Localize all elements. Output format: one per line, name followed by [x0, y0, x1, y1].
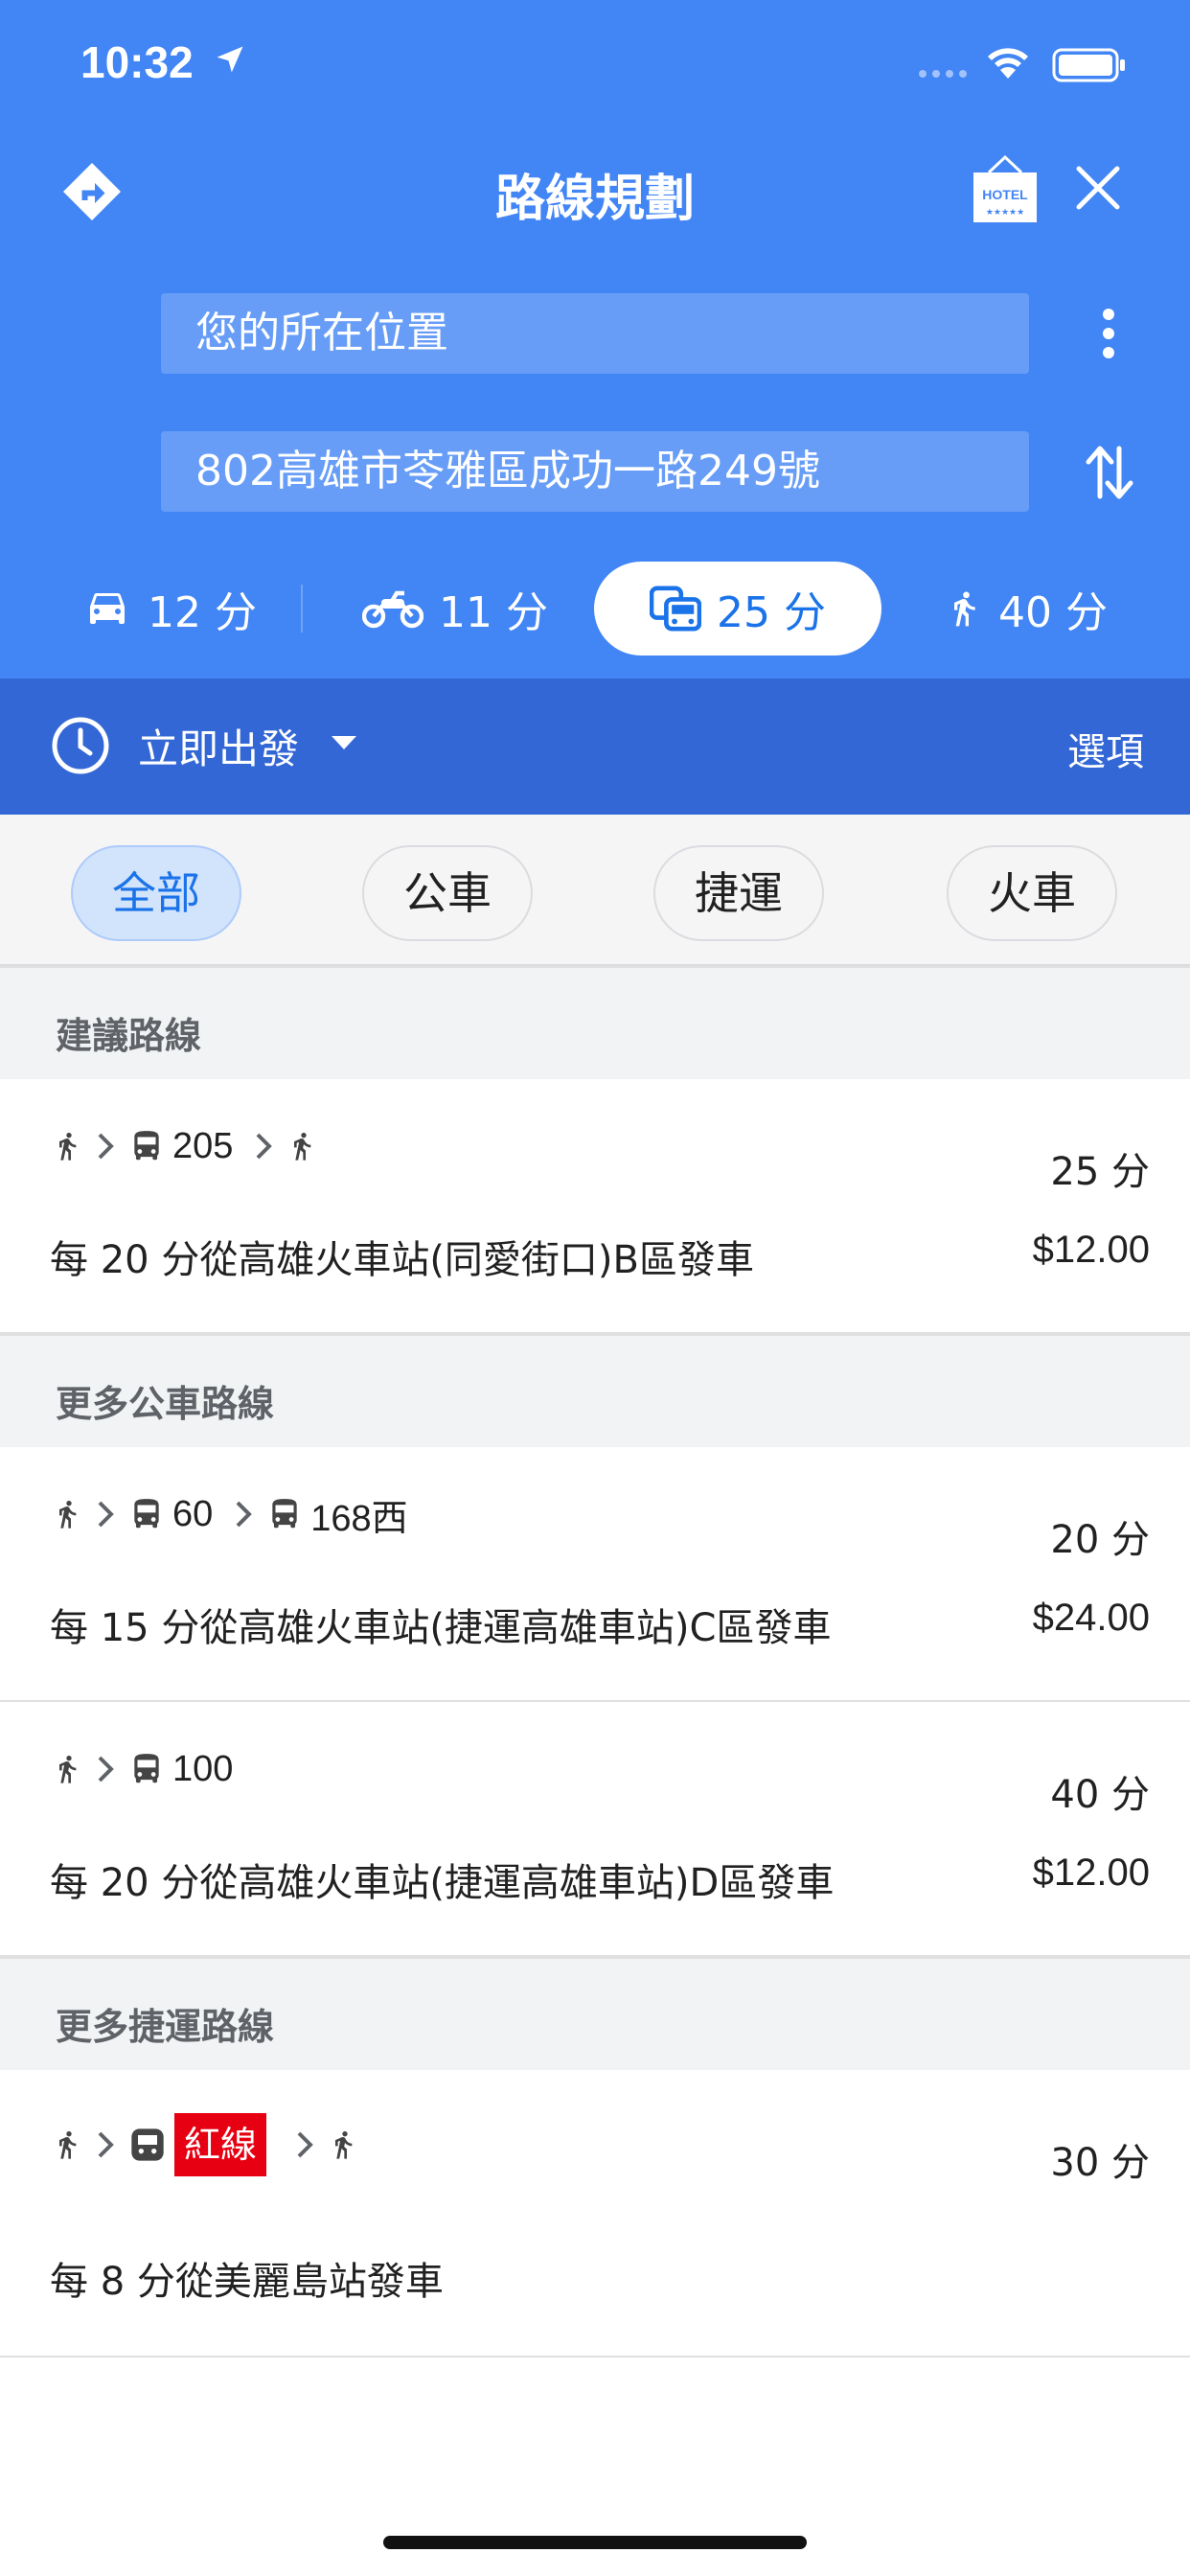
- mode-transit-time: 25 分: [717, 588, 826, 637]
- section-title: 更多公車路線: [56, 1383, 275, 1425]
- section-header: 建議路線: [0, 966, 1190, 1079]
- chevron-right-icon: [98, 2131, 114, 2158]
- bus-route-number: 60: [172, 1493, 214, 1534]
- walk-icon: [59, 2131, 77, 2159]
- route-item[interactable]: 100 40 分 每 20 分從高雄火車站(捷運高雄車站)D區發車 $12.00: [0, 1702, 1190, 1957]
- route-steps: 205: [52, 1119, 317, 1173]
- metro-line-badge: 紅線: [174, 2113, 267, 2176]
- chevron-right-icon: [98, 1756, 114, 1782]
- filter-chip-all[interactable]: 全部: [71, 845, 241, 941]
- filter-chip-train[interactable]: 火車: [947, 845, 1117, 941]
- more-vert-icon[interactable]: [1092, 307, 1125, 360]
- section-title: 建議路線: [56, 1015, 202, 1057]
- bus-route-number: 100: [172, 1748, 234, 1789]
- walk-icon: [59, 1501, 77, 1529]
- section-title: 更多捷運路線: [56, 2006, 275, 2048]
- metro-icon: [131, 2128, 164, 2161]
- route-fare: $12.00: [1032, 1852, 1150, 1894]
- hotel-sign-text: HOTEL: [982, 187, 1028, 202]
- walk-icon: [335, 2131, 353, 2159]
- filter-chip-bus[interactable]: 公車: [362, 845, 533, 941]
- bus-icon: [134, 1131, 159, 1161]
- chevron-right-icon: [236, 1501, 253, 1528]
- route-fare: $12.00: [1032, 1229, 1150, 1271]
- status-bar: 10:32: [0, 0, 1190, 125]
- route-item[interactable]: 205 25 分 每 20 分從高雄火車站(同愛街口)B區發車 $12.00: [0, 1079, 1190, 1334]
- chevron-right-icon: [256, 1133, 273, 1160]
- location-arrow-icon: [217, 46, 243, 73]
- mode-motorcycle-time: 11 分: [439, 588, 548, 637]
- route-item[interactable]: 紅線 30 分 每 8 分從美麗島站發車: [0, 2070, 1190, 2358]
- mode-drive[interactable]: 12 分: [82, 562, 257, 656]
- chevron-right-icon: [297, 2131, 313, 2158]
- swap-icon[interactable]: [1083, 443, 1136, 502]
- route-description: 每 20 分從高雄火車站(同愛街口)B區發車: [50, 1238, 754, 1282]
- options-button[interactable]: 選項: [1067, 721, 1144, 776]
- route-duration: 25 分: [1050, 1150, 1150, 1194]
- walk-icon: [954, 591, 975, 627]
- destination-input[interactable]: 802高雄市苓雅區成功一路249號: [161, 431, 1029, 512]
- home-indicator[interactable]: [383, 2536, 807, 2549]
- close-icon[interactable]: [1073, 163, 1123, 213]
- bus-icon: [272, 1499, 297, 1529]
- hotel-sign-stars: ★★★★★: [986, 208, 1024, 218]
- route-duration: 30 分: [1050, 2141, 1150, 2185]
- mode-walk[interactable]: 40 分: [945, 562, 1108, 656]
- chevron-right-icon: [98, 1133, 114, 1160]
- route-item[interactable]: 60 168西 20 分 每 15 分從高雄火車站(捷運高雄車站)C區發車 $2…: [0, 1447, 1190, 1702]
- mode-divider: [301, 585, 303, 632]
- origin-input[interactable]: 您的所在位置: [161, 293, 1029, 374]
- battery-icon: [1052, 48, 1125, 82]
- chevron-right-icon: [98, 1501, 114, 1528]
- depart-time-selector[interactable]: 立即出發: [138, 717, 299, 775]
- wifi-icon: [988, 48, 1028, 79]
- mode-walk-time: 40 分: [998, 588, 1108, 637]
- hotel-icon[interactable]: HOTEL ★★★★★: [970, 153, 1041, 226]
- route-description: 每 8 分從美麗島站發車: [50, 2260, 444, 2304]
- car-icon: [90, 593, 125, 624]
- mode-drive-time: 12 分: [148, 588, 257, 637]
- bus-route-number: 205: [172, 1125, 234, 1166]
- walk-icon: [59, 1756, 77, 1783]
- section-header: 更多捷運路線: [0, 1957, 1190, 2070]
- status-time: 10:32: [80, 37, 194, 87]
- cellular-signal-icon: [919, 70, 967, 78]
- section-header: 更多公車路線: [0, 1334, 1190, 1447]
- route-steps: 100: [52, 1742, 240, 1796]
- route-description: 每 20 分從高雄火車站(捷運高雄車站)D區發車: [50, 1861, 835, 1905]
- chevron-down-icon[interactable]: [332, 736, 356, 749]
- route-description: 每 15 分從高雄火車站(捷運高雄車站)C區發車: [50, 1606, 832, 1650]
- bus-icon: [134, 1754, 159, 1783]
- route-duration: 20 分: [1050, 1518, 1150, 1562]
- filter-chip-metro[interactable]: 捷運: [653, 845, 824, 941]
- bus-route-number: 168西: [310, 1498, 408, 1539]
- transit-icon: [650, 586, 701, 632]
- clock-icon: [52, 717, 109, 774]
- route-fare: $24.00: [1032, 1597, 1150, 1639]
- mode-motorcycle[interactable]: 11 分: [362, 562, 548, 656]
- motorcycle-icon: [362, 590, 423, 629]
- mode-transit[interactable]: 25 分: [594, 562, 881, 656]
- walk-icon: [294, 1133, 311, 1161]
- route-steps: 紅線: [52, 2113, 358, 2176]
- bus-icon: [134, 1499, 159, 1529]
- walk-icon: [59, 1133, 77, 1161]
- route-duration: 40 分: [1050, 1773, 1150, 1817]
- route-steps: 60 168西: [52, 1487, 416, 1541]
